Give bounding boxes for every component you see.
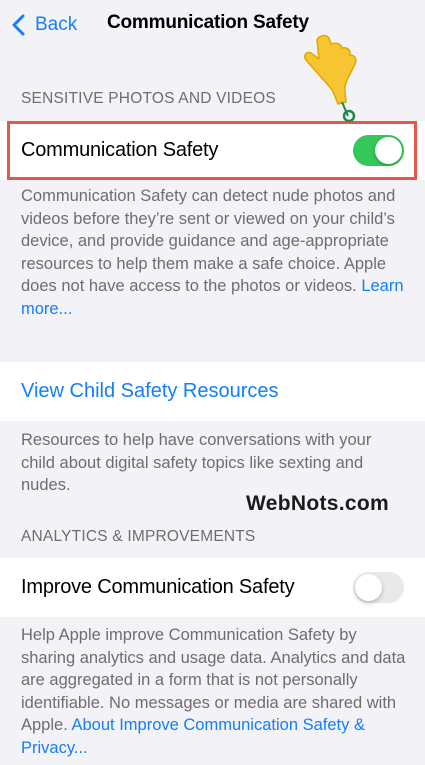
view-resources-cell[interactable]: View Child Safety Resources xyxy=(0,362,425,421)
back-label: Back xyxy=(35,14,78,35)
pointing-hand-icon xyxy=(304,34,357,122)
view-resources-link[interactable]: View Child Safety Resources xyxy=(21,380,279,403)
page-title: Communication Safety xyxy=(107,12,309,33)
sensitive-footer: Communication Safety can detect nude pho… xyxy=(21,185,406,320)
improve-safety-cell: Improve Communication Safety xyxy=(0,558,425,617)
highlight-box xyxy=(7,121,417,180)
watermark-logo: WebNots.com xyxy=(246,492,389,515)
resources-footer: Resources to help have conversations wit… xyxy=(21,431,372,494)
sensitive-footer-text: Communication Safety can detect nude pho… xyxy=(21,187,396,295)
chevron-left-icon xyxy=(12,14,25,36)
improve-safety-label: Improve Communication Safety xyxy=(21,576,295,598)
analytics-footer: Help Apple improve Communication Safety … xyxy=(21,624,406,759)
privacy-link[interactable]: About Improve Communication Safety & Pri… xyxy=(21,716,365,757)
back-button[interactable]: Back xyxy=(12,8,77,42)
toggle-knob xyxy=(355,574,382,601)
section-header-sensitive: SENSITIVE PHOTOS AND VIDEOS xyxy=(21,90,276,107)
improve-safety-toggle[interactable] xyxy=(353,572,404,603)
section-header-analytics: ANALYTICS & IMPROVEMENTS xyxy=(21,528,256,545)
